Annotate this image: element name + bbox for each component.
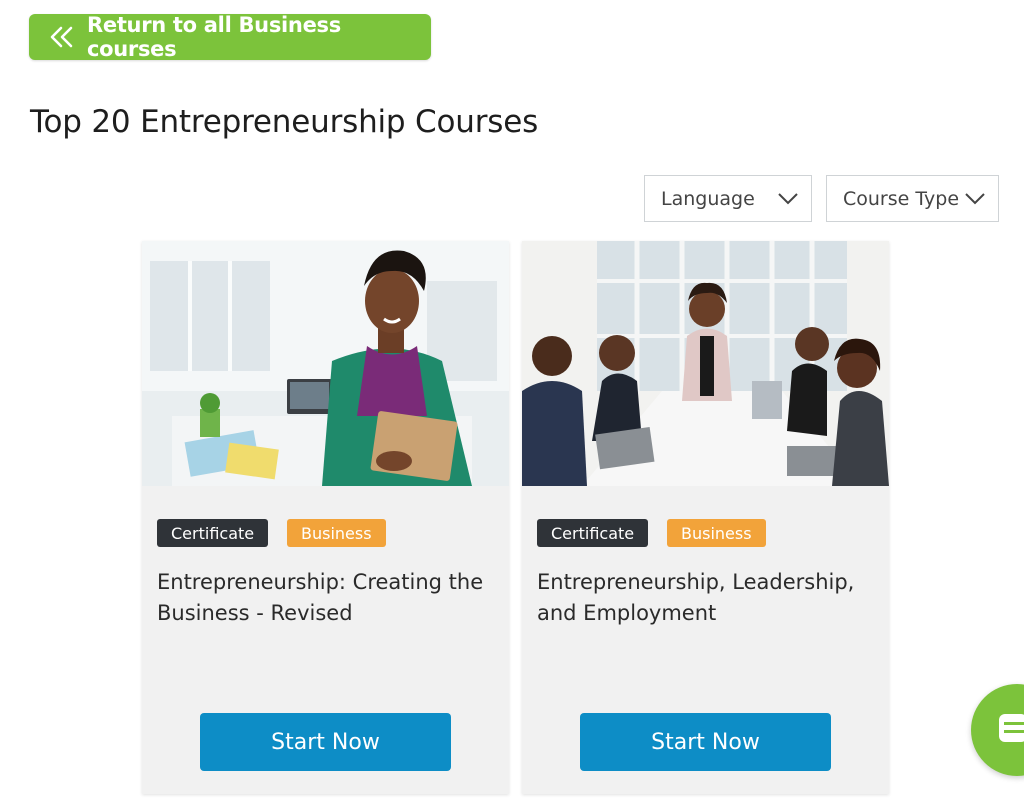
- page-title: Top 20 Entrepreneurship Courses: [30, 104, 539, 140]
- chevron-down-icon: [777, 192, 799, 206]
- course-card: Certificate Business Entrepreneurship: C…: [142, 241, 509, 794]
- chat-icon: [999, 714, 1024, 742]
- language-filter-dropdown[interactable]: Language: [644, 175, 812, 222]
- start-now-button[interactable]: Start Now: [200, 713, 451, 771]
- course-title[interactable]: Entrepreneurship: Creating the Business …: [157, 567, 497, 629]
- return-button-label: Return to all Business courses: [87, 13, 341, 61]
- language-filter-label: Language: [661, 187, 755, 210]
- certificate-tag: Certificate: [537, 519, 649, 547]
- team-meeting-photo: [522, 241, 889, 486]
- chevron-down-icon: [964, 192, 986, 206]
- course-type-filter-label: Course Type: [843, 187, 960, 210]
- business-tag: Business: [287, 519, 386, 547]
- start-now-button[interactable]: Start Now: [580, 713, 831, 771]
- business-tag: Business: [667, 519, 766, 547]
- chat-button[interactable]: [971, 684, 1024, 776]
- certificate-tag: Certificate: [157, 519, 269, 547]
- course-title[interactable]: Entrepreneurship, Leadership, and Employ…: [537, 567, 877, 629]
- return-to-business-courses-button[interactable]: Return to all Business courses: [29, 13, 431, 61]
- course-card: Certificate Business Entrepreneurship, L…: [522, 241, 889, 794]
- double-chevron-left-icon: [49, 26, 75, 48]
- woman-holding-notebooks-photo: [142, 241, 509, 486]
- course-type-filter-dropdown[interactable]: Course Type: [826, 175, 999, 222]
